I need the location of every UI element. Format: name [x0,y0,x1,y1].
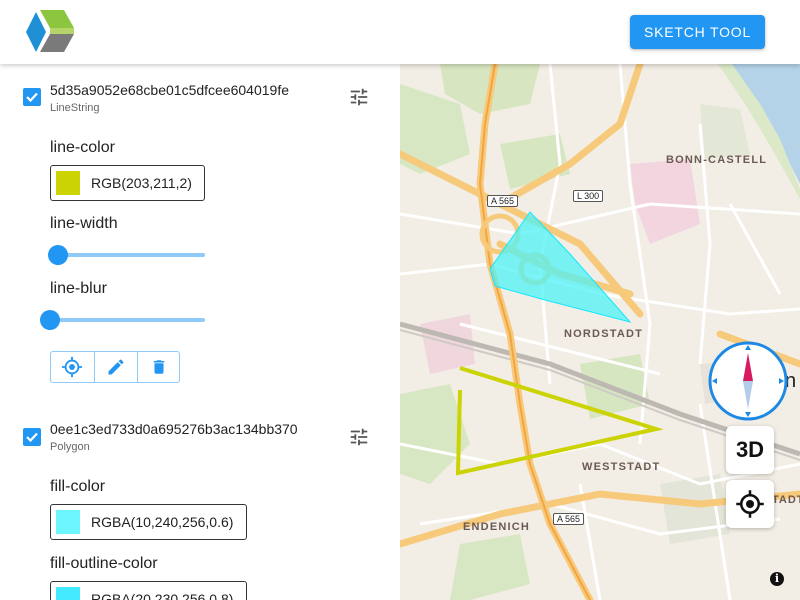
color-value: RGBA(20,230,256,0.8) [91,591,234,600]
property-label: line-blur [50,280,107,297]
layer-id: 0ee1c3ed733d0a695276b3ac134bb370 [50,421,298,437]
district-label: WESTSTADT [582,461,661,473]
district-label: ENDENICH [463,521,531,533]
road-shield: A 565 [553,513,585,525]
property-label: fill-color [50,478,106,495]
slider-thumb[interactable] [47,245,68,265]
edit-icon [108,359,124,375]
compass-button[interactable] [708,341,788,421]
color-swatch [56,587,80,600]
property-label: line-width [50,215,118,232]
delete-button[interactable] [137,352,180,382]
line-blur-slider[interactable] [40,310,205,330]
district-label-partial: TADT [772,494,800,506]
check-icon [26,92,38,103]
tune-icon[interactable] [348,426,370,448]
layer-visibility-checkbox[interactable] [23,428,41,446]
fill-outline-color-picker[interactable]: RGBA(20,230,256,0.8) [50,581,247,600]
color-value: RGBA(10,240,256,0.6) [91,514,234,530]
district-label: NORDSTADT [564,328,644,340]
property-label: line-color [50,139,115,156]
layers-panel: 5d35a9052e68cbe01c5dfcee604019fe LineStr… [0,64,401,600]
layer-type: Polygon [50,441,90,453]
check-icon [26,432,38,443]
3d-toggle-button[interactable]: 3D [726,426,774,474]
layer-id: 5d35a9052e68cbe01c5dfcee604019fe [50,82,290,98]
tune-icon[interactable] [348,86,370,108]
map-view[interactable]: BONN-CASTELL NORDSTADT WESTSTADT ENDENIC… [400,64,800,600]
geolocate-button[interactable] [726,480,774,528]
locate-icon [61,356,83,378]
layer-actions [50,351,180,383]
layer-type: LineString [50,102,100,114]
color-value: RGB(203,211,2) [91,175,192,191]
sketch-tool-button[interactable]: SKETCH TOOL [630,15,765,49]
layer-visibility-checkbox[interactable] [23,88,41,106]
road-shield: L 300 [573,190,604,202]
app-bar: SKETCH TOOL [0,0,800,64]
info-icon[interactable]: i [770,572,784,586]
property-label: fill-outline-color [50,555,158,572]
geolocate-icon [736,490,764,518]
edit-button[interactable] [94,352,137,382]
color-swatch [56,171,80,195]
compass-icon [708,341,788,421]
line-color-picker[interactable]: RGB(203,211,2) [50,165,205,201]
app-logo[interactable] [26,10,74,54]
district-label: BONN-CASTELL [666,154,768,166]
locate-button[interactable] [51,352,93,382]
slider-thumb[interactable] [40,310,60,330]
fill-color-picker[interactable]: RGBA(10,240,256,0.6) [50,504,247,540]
road-shield: A 565 [487,195,519,207]
delete-icon [153,360,165,374]
color-swatch [56,510,80,534]
line-width-slider[interactable] [47,245,205,265]
